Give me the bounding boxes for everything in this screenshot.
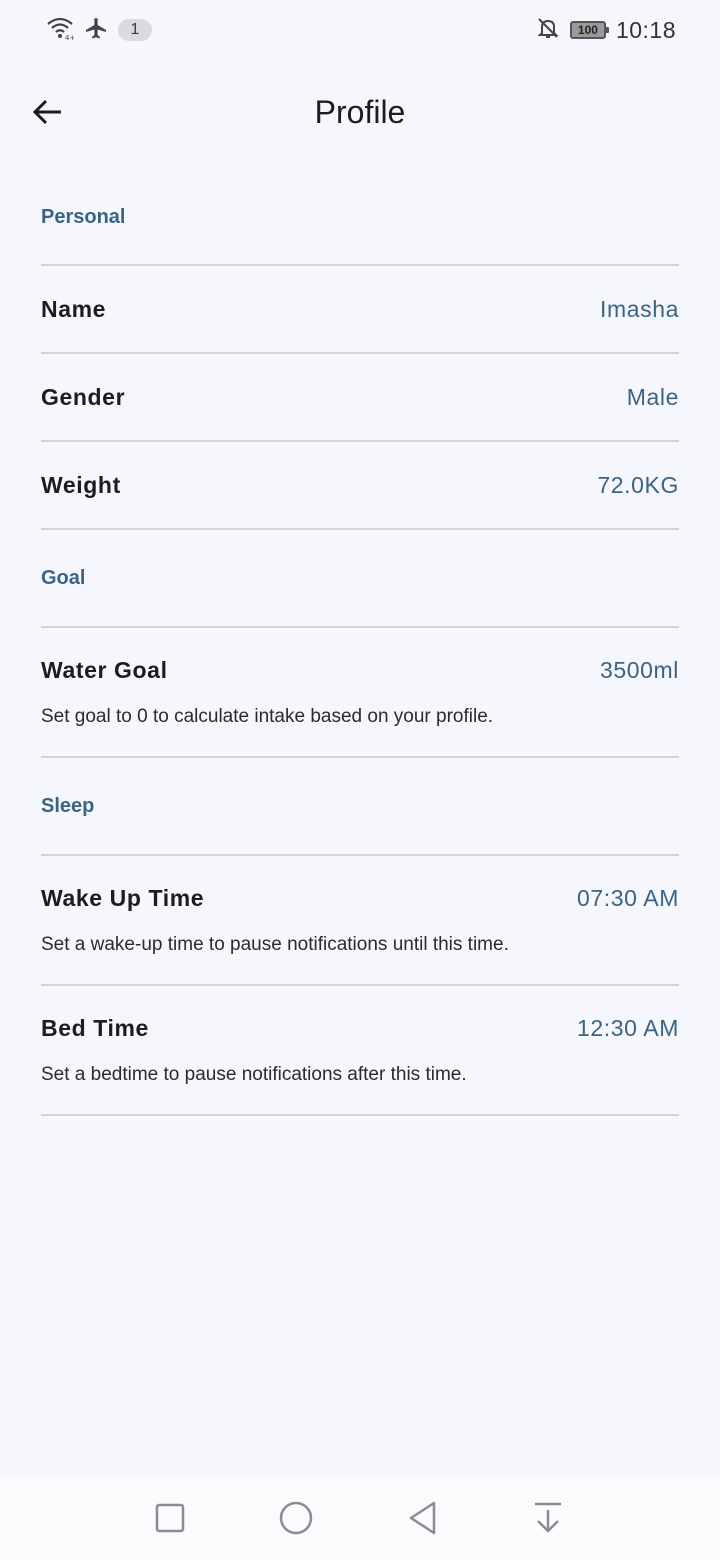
- recents-button[interactable]: [150, 1500, 190, 1540]
- name-row[interactable]: Name Imasha: [41, 266, 679, 352]
- water-goal-row[interactable]: Water Goal 3500ml Set goal to 0 to calcu…: [41, 628, 679, 756]
- recents-square-icon: [154, 1502, 186, 1539]
- app-bar: Profile: [0, 60, 720, 170]
- water-goal-label: Water Goal: [41, 656, 168, 683]
- section-header-personal: Personal: [41, 205, 126, 228]
- bed-time-row[interactable]: Bed Time 12:30 AM Set a bedtime to pause…: [41, 986, 679, 1114]
- bed-time-value: 12:30 AM: [577, 1014, 679, 1041]
- water-goal-value: 3500ml: [599, 656, 679, 683]
- wake-up-time-row[interactable]: Wake Up Time 07:30 AM Set a wake-up time…: [41, 856, 679, 984]
- gender-label: Gender: [41, 383, 126, 410]
- svg-text:4+: 4+: [65, 34, 74, 40]
- section-header-goal: Goal: [41, 566, 86, 589]
- weight-row[interactable]: Weight 72.0KG: [41, 442, 679, 528]
- profile-screen: 4+ 1 100 10:18 Profile Personal Name Ima…: [0, 0, 720, 1560]
- wake-up-time-value: 07:30 AM: [577, 884, 679, 911]
- battery-icon: 100: [569, 21, 609, 39]
- section-header-sleep: Sleep: [41, 794, 95, 817]
- notification-count-badge: 1: [118, 19, 152, 41]
- nav-back-button[interactable]: [402, 1500, 442, 1540]
- status-right: 100 10:18: [536, 16, 676, 45]
- wake-up-time-label: Wake Up Time: [41, 884, 205, 911]
- name-value: Imasha: [599, 295, 679, 322]
- status-left: 4+ 1: [46, 16, 152, 45]
- wake-up-time-top: Wake Up Time 07:30 AM: [41, 885, 679, 912]
- page-title: Profile: [314, 94, 406, 130]
- back-triangle-icon: [406, 1500, 438, 1541]
- wake-up-time-description: Set a wake-up time to pause notification…: [41, 933, 509, 955]
- divider: [41, 1114, 679, 1116]
- bed-time-description: Set a bedtime to pause notifications aft…: [41, 1063, 467, 1085]
- status-clock: 10:18: [615, 16, 676, 43]
- notification-shade-button[interactable]: [528, 1500, 568, 1540]
- bed-time-top: Bed Time 12:30 AM: [41, 1015, 679, 1042]
- status-bar: 4+ 1 100 10:18: [0, 0, 720, 60]
- name-label: Name: [41, 295, 107, 322]
- gender-value: Male: [626, 383, 679, 410]
- water-goal-description: Set goal to 0 to calculate intake based …: [41, 705, 494, 727]
- notification-shade-icon: [532, 1500, 564, 1541]
- gender-row[interactable]: Gender Male: [41, 354, 679, 440]
- weight-value: 72.0KG: [597, 471, 679, 498]
- airplane-mode-icon: [84, 16, 108, 45]
- notifications-off-icon: [536, 16, 560, 45]
- home-button[interactable]: [276, 1500, 316, 1540]
- bed-time-label: Bed Time: [41, 1014, 149, 1041]
- wifi-icon: 4+: [46, 16, 75, 45]
- system-nav-bar: [0, 1478, 720, 1560]
- profile-content: Personal Name Imasha Gender Male Weight …: [41, 170, 679, 1116]
- water-goal-top: Water Goal 3500ml: [41, 657, 679, 684]
- home-circle-icon: [278, 1500, 314, 1541]
- weight-label: Weight: [41, 471, 121, 498]
